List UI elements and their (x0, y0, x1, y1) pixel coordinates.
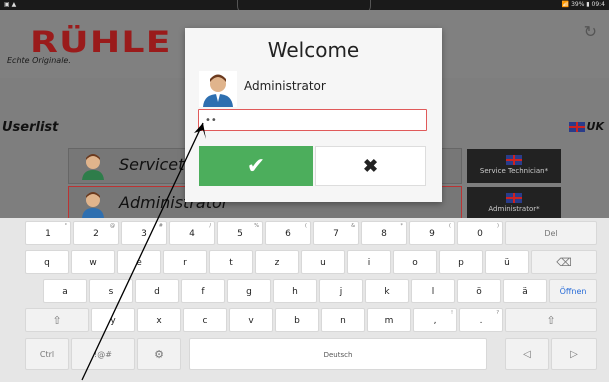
app: ▣ ▲ 📶 39% ▮ 09:4 RÜHLE Echte Originale. … (0, 0, 609, 382)
annotation-arrow (81, 122, 206, 381)
